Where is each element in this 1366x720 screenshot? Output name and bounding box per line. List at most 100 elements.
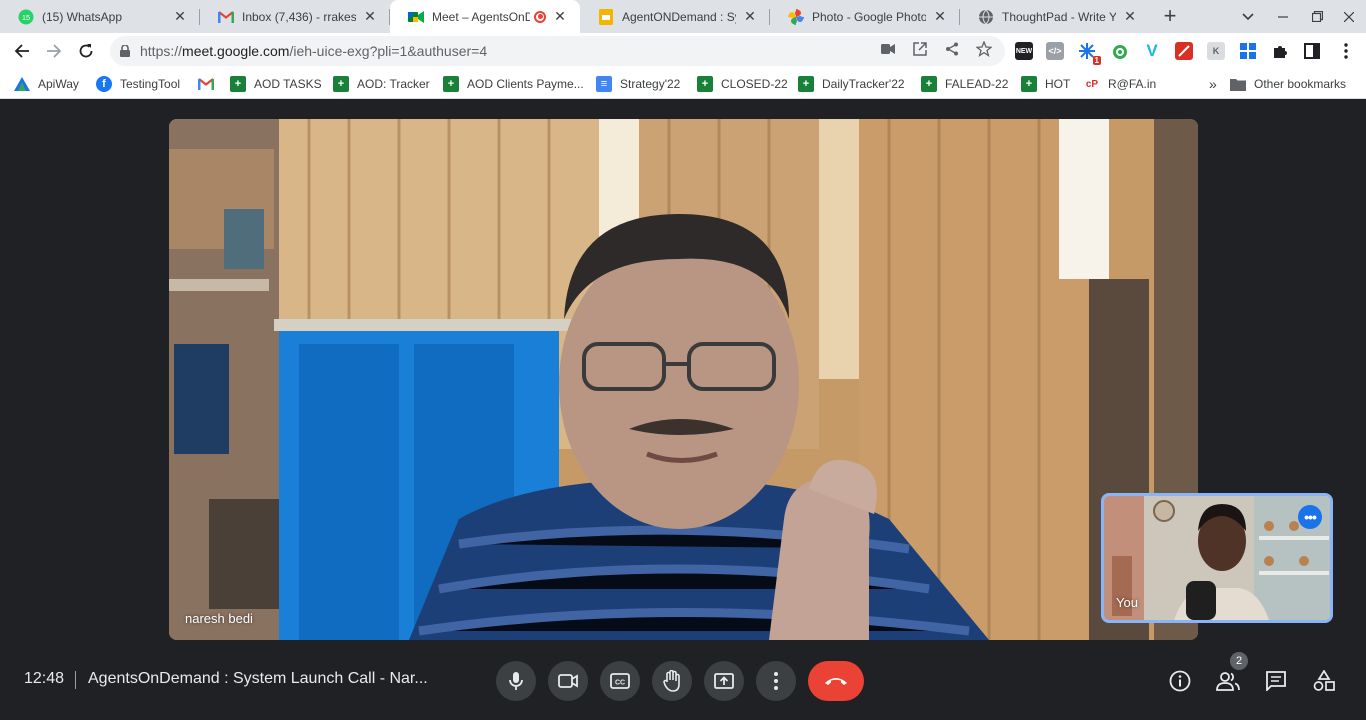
back-button[interactable] xyxy=(8,37,36,65)
info-icon xyxy=(1169,670,1191,692)
gmail-icon xyxy=(198,76,214,92)
end-call-button[interactable] xyxy=(808,661,864,701)
facebook-icon: f xyxy=(96,76,112,92)
font-extension-icon[interactable]: K xyxy=(1207,42,1225,60)
chat-icon xyxy=(1266,671,1286,691)
bookmark-testingtool[interactable]: f TestingTool xyxy=(96,75,180,93)
share-icon[interactable] xyxy=(943,40,961,58)
video-camera-icon xyxy=(558,674,578,688)
bookmark-dailytracker[interactable]: + DailyTracker'22 xyxy=(798,75,905,93)
restore-button[interactable] xyxy=(1300,0,1334,33)
raise-hand-button[interactable] xyxy=(652,661,692,701)
bookmarks-bar: ApiWay f TestingTool + AOD TASKS + AOD: … xyxy=(0,69,1366,99)
close-icon[interactable]: ✕ xyxy=(742,8,758,25)
sheets-icon: + xyxy=(443,76,459,92)
bookmark-apiway[interactable]: ApiWay xyxy=(14,75,79,93)
main-participant-video[interactable]: naresh bedi xyxy=(169,119,1198,640)
tab-title: AgentONDemand : Syst xyxy=(622,9,736,24)
close-icon[interactable]: ✕ xyxy=(172,8,188,25)
close-icon xyxy=(1344,11,1354,22)
more-options-icon[interactable]: ••• xyxy=(1298,505,1322,529)
new-tab-button[interactable]: + xyxy=(1158,3,1182,28)
captions-button[interactable]: CC xyxy=(600,661,640,701)
reload-button[interactable] xyxy=(72,37,100,65)
camera-icon[interactable] xyxy=(879,40,897,58)
microphone-icon xyxy=(509,672,523,690)
self-view-tile[interactable]: You ••• xyxy=(1101,493,1333,623)
whatsapp-icon: 15 xyxy=(18,9,34,25)
chrome-menu-icon[interactable] xyxy=(1337,42,1355,60)
camera-button[interactable] xyxy=(548,661,588,701)
globe-icon xyxy=(978,9,994,25)
timer-extension-icon[interactable] xyxy=(1111,42,1129,60)
more-options-button[interactable] xyxy=(756,661,796,701)
meet-stage: naresh bedi You ••• 12:48 AgentsOnDemand… xyxy=(0,100,1366,720)
close-icon[interactable]: ✕ xyxy=(362,8,378,25)
svg-text:CC: CC xyxy=(615,680,625,687)
bookmark-closed[interactable]: + CLOSED-22 xyxy=(697,75,788,93)
chat-button[interactable] xyxy=(1263,668,1289,694)
activities-button[interactable] xyxy=(1311,668,1337,694)
close-icon[interactable]: ✕ xyxy=(552,8,568,25)
people-button[interactable] xyxy=(1215,668,1241,694)
url-text: https://meet.google.com/ieh-uice-exg?pli… xyxy=(140,43,488,59)
arrow-right-icon xyxy=(47,44,62,58)
tab-meet[interactable]: Meet – AgentsOnD ✕ xyxy=(390,0,580,33)
microphone-button[interactable] xyxy=(496,661,536,701)
tab-slides[interactable]: AgentONDemand : Syst ✕ xyxy=(580,0,770,33)
grid-extension-icon[interactable] xyxy=(1239,42,1257,60)
participant-count-badge: 2 xyxy=(1230,652,1248,670)
sheets-icon: + xyxy=(230,76,246,92)
tab-search-button[interactable] xyxy=(1231,0,1265,33)
address-bar[interactable]: https://meet.google.com/ieh-uice-exg?pli… xyxy=(110,36,1005,66)
tab-strip: 15 (15) WhatsApp ✕ Inbox (7,436) - rrake… xyxy=(0,0,1366,33)
bookmark-star-icon[interactable] xyxy=(975,40,993,58)
code-extension-icon[interactable]: </> xyxy=(1046,42,1064,60)
bookmark-hot[interactable]: + HOT xyxy=(1021,75,1070,93)
tab-whatsapp[interactable]: 15 (15) WhatsApp ✕ xyxy=(0,0,200,33)
bookmarks-overflow-button[interactable]: » xyxy=(1209,75,1217,93)
extension-new-icon[interactable]: NEW xyxy=(1015,42,1033,60)
apiway-icon xyxy=(14,76,30,92)
close-icon[interactable]: ✕ xyxy=(932,8,948,25)
participant-name: naresh bedi xyxy=(185,611,253,626)
open-in-new-icon[interactable] xyxy=(911,40,929,58)
pen-extension-icon[interactable] xyxy=(1175,42,1193,60)
lock-icon[interactable] xyxy=(110,45,140,57)
extensions-puzzle-icon[interactable] xyxy=(1271,42,1289,60)
svg-text:15: 15 xyxy=(22,13,30,22)
tab-title: Inbox (7,436) - rrakeshp xyxy=(242,9,356,24)
meeting-title: AgentsOnDemand : System Launch Call - Na… xyxy=(88,670,428,687)
minimize-button[interactable] xyxy=(1266,0,1300,33)
bookmark-aod-clients[interactable]: + AOD Clients Payme... xyxy=(443,75,584,93)
folder-icon xyxy=(1230,76,1246,92)
meet-control-bar: 12:48 AgentsOnDemand : System Launch Cal… xyxy=(0,640,1366,720)
snowflake-extension-icon[interactable]: 1 xyxy=(1078,42,1101,65)
tab-title: (15) WhatsApp xyxy=(42,9,123,24)
bookmark-rfa[interactable]: cP R@FA.in xyxy=(1084,75,1156,93)
tab-thoughtpad[interactable]: ThoughtPad - Write You ✕ xyxy=(960,0,1150,33)
present-screen-icon xyxy=(714,673,734,689)
bookmark-falead[interactable]: + FALEAD-22 xyxy=(921,75,1008,93)
present-screen-button[interactable] xyxy=(704,661,744,701)
docs-icon: ≡ xyxy=(596,76,612,92)
recording-icon xyxy=(534,10,546,23)
side-panel-icon[interactable] xyxy=(1303,42,1321,60)
vimeo-extension-icon[interactable]: V xyxy=(1143,41,1161,60)
bookmark-aod-tasks[interactable]: + AOD TASKS xyxy=(230,75,322,93)
bookmark-aod-tracker[interactable]: + AOD: Tracker xyxy=(333,75,430,93)
bookmark-gmail[interactable] xyxy=(198,75,222,93)
close-window-button[interactable] xyxy=(1332,0,1366,33)
browser-toolbar: https://meet.google.com/ieh-uice-exg?pli… xyxy=(0,33,1366,69)
tab-gmail[interactable]: Inbox (7,436) - rrakeshp ✕ xyxy=(200,0,390,33)
participant-video-frame xyxy=(169,119,1198,640)
bookmark-strategy[interactable]: ≡ Strategy'22 xyxy=(596,75,680,93)
forward-button[interactable] xyxy=(40,37,68,65)
extension-badge: 1 xyxy=(1092,56,1101,65)
sheets-icon: + xyxy=(333,76,349,92)
arrow-left-icon xyxy=(14,44,29,58)
meeting-details-button[interactable] xyxy=(1167,668,1193,694)
tab-photos[interactable]: Photo - Google Photos ✕ xyxy=(770,0,960,33)
other-bookmarks-folder[interactable]: Other bookmarks xyxy=(1230,75,1346,93)
close-icon[interactable]: ✕ xyxy=(1122,8,1138,25)
